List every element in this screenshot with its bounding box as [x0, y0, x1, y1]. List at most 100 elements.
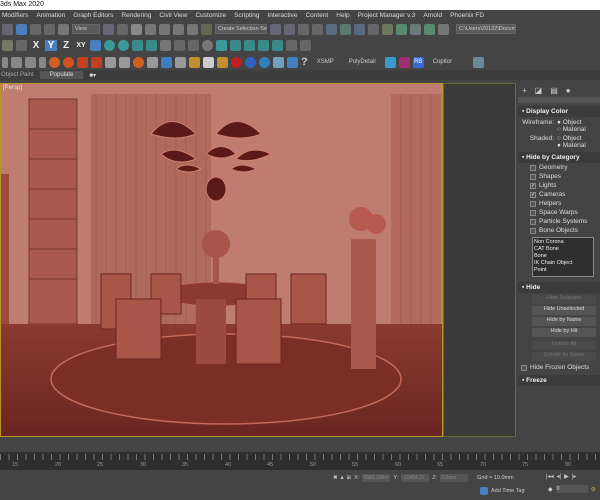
display-tab-icon[interactable]: ●: [566, 86, 571, 95]
checkbox-geometry[interactable]: Geometry: [518, 163, 600, 172]
wireframe-material-radio[interactable]: ○ Material: [557, 126, 586, 133]
schematic-view-icon[interactable]: [354, 23, 365, 35]
unhide-by-name-button[interactable]: Unhide by Name: [532, 352, 596, 361]
named-selection-icon[interactable]: [201, 23, 212, 35]
hide-unselected-button[interactable]: Hide Unselected: [532, 306, 596, 315]
selection-set-dropdown[interactable]: Create Selection Se: [215, 24, 267, 34]
render-region-icon[interactable]: [244, 40, 255, 51]
previous-frame-icon[interactable]: ◂|: [557, 473, 562, 480]
hide-by-hit-button[interactable]: Hide by Hit: [532, 328, 596, 337]
checkbox-particle-systems[interactable]: Particle Systems: [518, 217, 600, 226]
layer-explorer-icon[interactable]: [312, 23, 323, 35]
script-icon[interactable]: [473, 56, 485, 68]
ring-icon[interactable]: [202, 40, 213, 51]
eye-icon[interactable]: [286, 40, 297, 51]
target-icon[interactable]: [216, 40, 227, 51]
beer-icon[interactable]: [189, 56, 200, 68]
paint-icon[interactable]: [231, 56, 242, 68]
render-iterative-icon[interactable]: [424, 23, 435, 35]
mirror-icon[interactable]: [270, 23, 281, 35]
shaded-object-radio[interactable]: ○ Object: [557, 135, 582, 142]
menu-animation[interactable]: Animation: [34, 10, 71, 21]
y-coordinate-field[interactable]: -10484.27: [401, 474, 430, 482]
percent-snap-icon[interactable]: [173, 23, 184, 35]
trash-icon[interactable]: [39, 56, 46, 68]
fire-5-icon[interactable]: [133, 56, 144, 68]
menu-customize[interactable]: Customize: [193, 10, 232, 21]
fire-icon[interactable]: [49, 56, 60, 68]
rendered-frame-icon[interactable]: [396, 23, 407, 35]
select-manipulate-icon[interactable]: [117, 23, 128, 35]
checkbox-shapes[interactable]: Shapes: [518, 172, 600, 181]
rollout-display-color[interactable]: ▪ Display Color: [518, 106, 600, 117]
viewport-label[interactable]: [Persp]: [3, 85, 22, 91]
list-item[interactable]: Non Corona: [534, 239, 592, 246]
create-tab-icon[interactable]: +: [522, 86, 527, 95]
menu-arnold[interactable]: Arnold: [421, 10, 448, 21]
snaps-toggle-icon[interactable]: [145, 23, 156, 35]
axis-z-button[interactable]: Z: [60, 40, 72, 51]
rollout-freeze[interactable]: ▪ Freeze: [518, 375, 600, 386]
curve-editor-icon[interactable]: [340, 23, 351, 35]
panel-icon[interactable]: [160, 40, 171, 51]
copitor-button[interactable]: Copitor: [427, 59, 458, 65]
menu-modifiers[interactable]: Modifiers: [0, 10, 34, 21]
checkbox-bone-objects[interactable]: Bone Objects: [518, 226, 600, 235]
hierarchy-tab-icon[interactable]: ▤: [550, 86, 558, 95]
help-button[interactable]: ?: [301, 56, 308, 68]
time-config-icon[interactable]: ⚙: [591, 486, 596, 493]
cup-icon[interactable]: [175, 56, 186, 68]
cluster-icon[interactable]: [258, 40, 269, 51]
checkbox-space-warps[interactable]: Space Warps: [518, 208, 600, 217]
ribbon-toggle-icon[interactable]: ■▾: [89, 72, 96, 79]
smoke-icon[interactable]: [105, 56, 116, 68]
keyboard-shortcut-icon[interactable]: [131, 23, 142, 35]
light-icon[interactable]: [104, 40, 115, 51]
water-icon[interactable]: [245, 56, 256, 68]
move-icon[interactable]: [16, 23, 27, 35]
list-item[interactable]: CAT Bone: [534, 246, 592, 253]
placement-icon[interactable]: [58, 23, 69, 35]
stop-icon[interactable]: [25, 56, 36, 68]
go-to-start-icon[interactable]: |◂◂: [546, 473, 554, 480]
menu-help[interactable]: Help: [334, 10, 355, 21]
perspective-viewport[interactable]: [Persp]: [0, 83, 443, 437]
list-item[interactable]: Point: [534, 267, 592, 274]
rotate-icon[interactable]: [30, 23, 41, 35]
scatter-icon[interactable]: [132, 40, 143, 51]
spinner-snap-icon[interactable]: [187, 23, 198, 35]
timeline-ruler[interactable]: 15 20 25 30 35 40 45 50 55 60 65 70 75 8…: [0, 452, 600, 470]
xsmp-button[interactable]: XSMP: [311, 59, 340, 65]
sphere-icon[interactable]: [118, 40, 129, 51]
tab-populate[interactable]: Populate: [39, 71, 84, 79]
grid-icon[interactable]: [438, 23, 449, 35]
current-frame-field[interactable]: 0: [555, 485, 588, 493]
fire-2-icon[interactable]: [63, 56, 74, 68]
coffee-icon[interactable]: [203, 56, 214, 68]
list-item[interactable]: Bone: [534, 253, 592, 260]
pool-icon[interactable]: [287, 56, 298, 68]
wind-icon[interactable]: [147, 56, 158, 68]
key-mode-icon[interactable]: ◆: [548, 486, 553, 493]
fire-4-icon[interactable]: [91, 56, 102, 68]
rb-button[interactable]: RB: [412, 56, 424, 68]
diamond-icon[interactable]: [398, 56, 410, 68]
category-list[interactable]: Non Corona CAT Bone Bone IK Chain Object…: [532, 237, 594, 277]
x-coordinate-field[interactable]: 6583.109m: [362, 474, 391, 482]
crop-icon[interactable]: [272, 40, 283, 51]
pivot-icon[interactable]: [103, 23, 114, 35]
menu-content[interactable]: Content: [303, 10, 334, 21]
splash-icon[interactable]: [217, 56, 228, 68]
material-editor-icon[interactable]: [368, 23, 379, 35]
rollout-hide[interactable]: ▪ Hide: [518, 282, 600, 293]
polydetail-button[interactable]: PolyDetail: [343, 59, 382, 65]
reference-coordinate-dropdown[interactable]: View: [72, 24, 100, 34]
scene-explorer-icon[interactable]: [298, 23, 309, 35]
frame-icon[interactable]: [188, 40, 199, 51]
menu-civil-view[interactable]: Civil View: [157, 10, 193, 21]
wireframe-object-radio[interactable]: ● Object: [557, 119, 582, 126]
next-frame-icon[interactable]: |▸: [572, 473, 577, 480]
menu-graph-editors[interactable]: Graph Editors: [71, 10, 119, 21]
select-region-icon[interactable]: [2, 23, 13, 35]
add-time-tag-button[interactable]: Add Time Tag: [480, 487, 525, 495]
